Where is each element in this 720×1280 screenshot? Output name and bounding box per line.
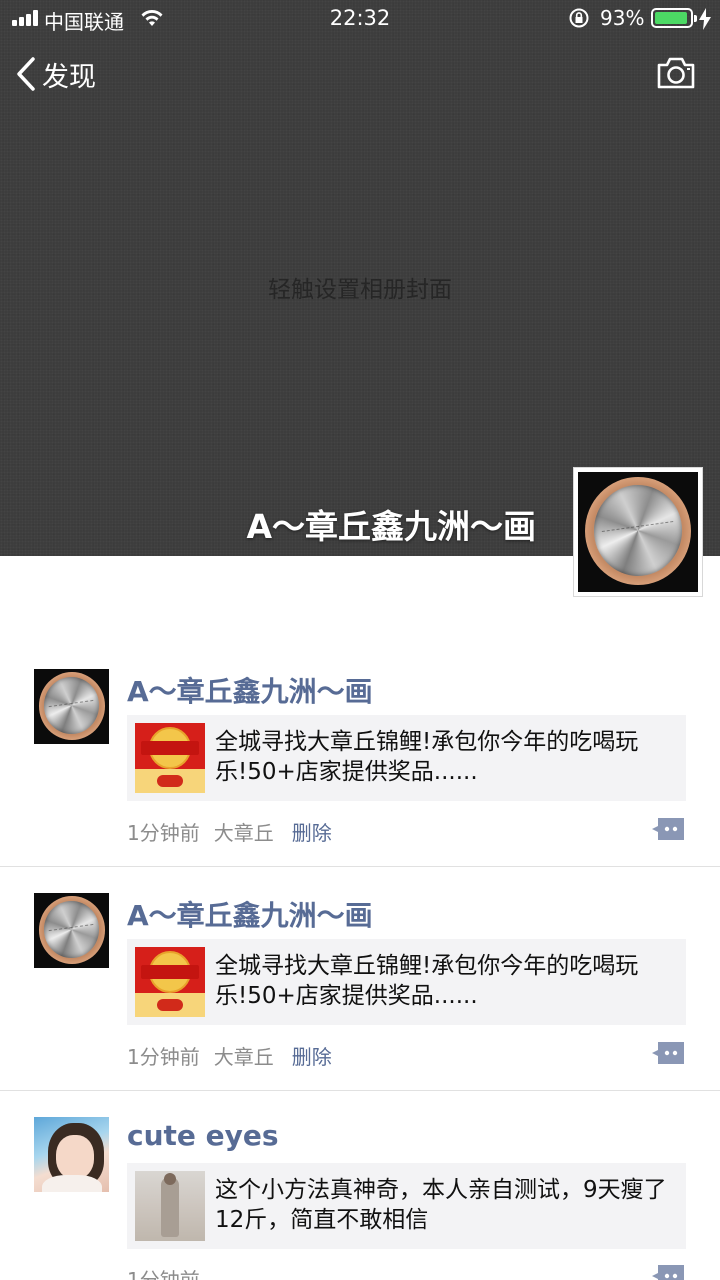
post-avatar[interactable] <box>34 669 109 744</box>
post-author[interactable]: A～章丘鑫九洲～画 <box>127 894 373 934</box>
cover-hint: 轻触设置相册封面 <box>268 277 452 303</box>
post-location[interactable]: 大章丘 <box>214 1045 274 1069</box>
divider <box>0 866 720 867</box>
shared-link-card[interactable]: 全城寻找大章丘锦鲤!承包你今年的吃喝玩乐!50+店家提供奖品...... <box>127 715 686 801</box>
back-button[interactable]: 发现 <box>14 54 96 94</box>
shared-link-card[interactable]: 这个小方法真神奇，本人亲自测试，9天瘦了12斤，简直不敢相信 <box>127 1163 686 1249</box>
comment-icon[interactable] <box>652 818 684 840</box>
link-title: 全城寻找大章丘锦鲤!承包你今年的吃喝玩乐!50+店家提供奖品...... <box>215 953 639 1009</box>
comment-icon[interactable] <box>652 1265 684 1280</box>
divider <box>0 1090 720 1091</box>
status-bar: 中国联通 22:32 93% <box>0 0 720 38</box>
back-label: 发现 <box>42 61 96 93</box>
link-title: 这个小方法真神奇，本人亲自测试，9天瘦了12斤，简直不敢相信 <box>215 1177 667 1233</box>
post-avatar[interactable] <box>34 893 109 968</box>
battery-level <box>655 12 687 24</box>
delete-button[interactable]: 删除 <box>292 1045 332 1069</box>
battery-percent: 93% <box>600 6 645 30</box>
post-time: 1分钟前 <box>127 1045 200 1069</box>
link-title: 全城寻找大章丘锦鲤!承包你今年的吃喝玩乐!50+店家提供奖品...... <box>215 729 639 785</box>
post-meta: 1分钟前 大章丘 删除 <box>127 1041 332 1070</box>
camera-icon[interactable] <box>656 56 696 90</box>
post-author[interactable]: cute eyes <box>127 1119 279 1152</box>
post-avatar[interactable] <box>34 1117 109 1192</box>
rotation-lock-icon <box>569 8 589 28</box>
post-time: 1分钟前 <box>127 1268 200 1280</box>
profile-name: A～章丘鑫九洲～画 <box>246 507 536 546</box>
link-thumbnail <box>135 947 205 1017</box>
delete-button[interactable]: 删除 <box>292 821 332 845</box>
post-meta: 1分钟前 <box>127 1264 200 1280</box>
comment-icon[interactable] <box>652 1042 684 1064</box>
chevron-left-icon <box>17 57 35 91</box>
charging-icon <box>699 8 711 30</box>
post-location[interactable]: 大章丘 <box>214 821 274 845</box>
battery-icon <box>651 8 697 28</box>
shared-link-card[interactable]: 全城寻找大章丘锦鲤!承包你今年的吃喝玩乐!50+店家提供奖品...... <box>127 939 686 1025</box>
link-thumbnail <box>135 1171 205 1241</box>
post-time: 1分钟前 <box>127 821 200 845</box>
profile-avatar[interactable] <box>573 467 703 597</box>
link-thumbnail <box>135 723 205 793</box>
post-meta: 1分钟前 大章丘 删除 <box>127 817 332 846</box>
post-author[interactable]: A～章丘鑫九洲～画 <box>127 670 373 710</box>
